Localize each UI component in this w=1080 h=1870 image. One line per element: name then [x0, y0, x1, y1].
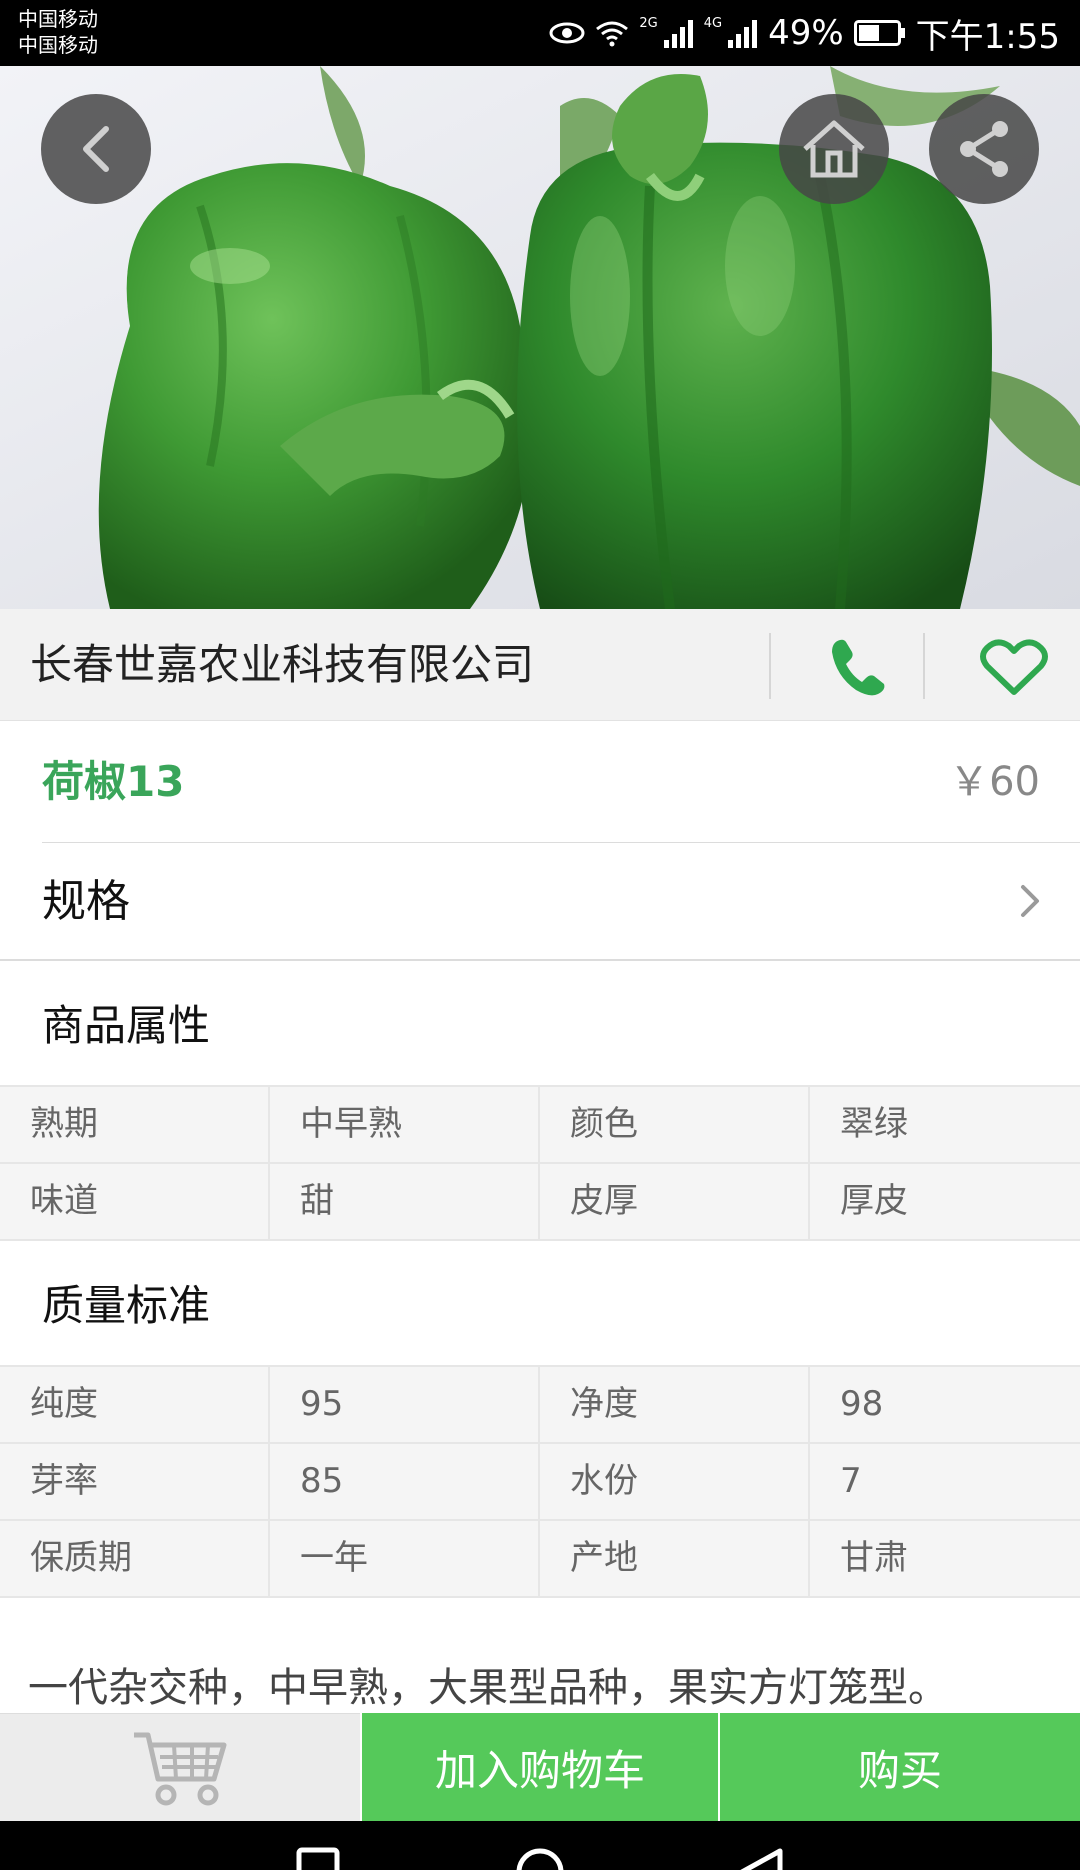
- company-name[interactable]: 长春世嘉农业科技有限公司: [30, 609, 534, 721]
- attr-value: 甘肃: [840, 1538, 908, 1578]
- divider: [923, 633, 925, 699]
- eye-icon: [549, 21, 585, 45]
- attr-label: 水份: [540, 1444, 810, 1519]
- status-icons: 2G 4G 49% 下午1:55: [549, 10, 1060, 57]
- attr-label: 保质期: [0, 1521, 270, 1596]
- spec-selector[interactable]: 规格: [0, 843, 1080, 961]
- attr-value: 85: [270, 1444, 540, 1519]
- battery-percent: 49%: [768, 13, 844, 53]
- attr-label: 芽率: [0, 1444, 270, 1519]
- clock: 下午1:55: [915, 16, 1060, 57]
- product-image: [0, 66, 1080, 609]
- attr-value: 98: [840, 1384, 884, 1424]
- attr-value: 甜: [270, 1164, 540, 1239]
- product-price: ￥60: [949, 759, 1040, 805]
- system-nav-bar: [0, 1821, 1080, 1870]
- table-row: 芽率 85 水份 7: [0, 1444, 1080, 1521]
- attr-label: 皮厚: [540, 1164, 810, 1239]
- spec-label: 规格: [42, 876, 130, 927]
- attributes-title: 商品属性: [42, 1001, 211, 1050]
- buy-button[interactable]: 购买: [718, 1713, 1080, 1821]
- attr-label: 净度: [540, 1367, 810, 1442]
- share-button[interactable]: [929, 94, 1039, 204]
- add-to-cart-button[interactable]: 加入购物车: [360, 1713, 718, 1821]
- attr-value: 7: [840, 1461, 862, 1501]
- attr-value: 中早熟: [270, 1087, 540, 1162]
- carrier-info: 中国移动 中国移动: [18, 6, 98, 58]
- signal-icon: [662, 18, 694, 48]
- attr-value: 95: [270, 1367, 540, 1442]
- share-icon: [960, 121, 1008, 177]
- attr-value: 翠绿: [840, 1104, 908, 1144]
- table-row: 熟期 中早熟 颜色 翠绿: [0, 1087, 1080, 1164]
- company-bar: 长春世嘉农业科技有限公司: [0, 609, 1080, 721]
- home-nav-icon[interactable]: [515, 1847, 565, 1870]
- signal-icon: [726, 18, 758, 48]
- divider: [769, 633, 771, 699]
- attributes-table: 熟期 中早熟 颜色 翠绿 味道 甜 皮厚 厚皮: [0, 1085, 1080, 1241]
- bottom-action-bar: 加入购物车 购买: [0, 1713, 1080, 1821]
- product-description: 一代杂交种，中早熟，大果型品种，果实方灯笼型。: [28, 1665, 948, 1711]
- home-button[interactable]: [779, 94, 889, 204]
- chevron-right-icon: [1021, 885, 1039, 917]
- attr-value: 一年: [270, 1521, 540, 1596]
- attr-label: 颜色: [540, 1087, 810, 1162]
- carrier-1: 中国移动: [18, 7, 98, 31]
- attr-label: 熟期: [0, 1087, 270, 1162]
- back-button[interactable]: [41, 94, 151, 204]
- attr-label: 产地: [540, 1521, 810, 1596]
- battery-icon: [853, 20, 906, 46]
- table-row: 保质期 一年 产地 甘肃: [0, 1521, 1080, 1598]
- wifi-icon: [595, 19, 629, 47]
- product-name: 荷椒13: [42, 757, 185, 806]
- heart-icon: [980, 639, 1048, 695]
- quality-title: 质量标准: [42, 1281, 211, 1330]
- home-icon: [803, 120, 865, 178]
- cart-icon: [134, 1732, 227, 1805]
- bell-pepper-image: [0, 66, 1080, 609]
- phone-icon: [832, 639, 885, 696]
- quality-table: 纯度 95 净度 98 芽率 85 水份 7 保质期 一年 产地 甘肃: [0, 1365, 1080, 1598]
- network-2g-label: 2G: [639, 15, 658, 31]
- carrier-2: 中国移动: [18, 33, 98, 57]
- back-icon: [83, 126, 109, 172]
- table-row: 纯度 95 净度 98: [0, 1367, 1080, 1444]
- status-bar: 中国移动 中国移动 2G 4G 49% 下午1:55: [0, 0, 1080, 66]
- call-button[interactable]: [820, 635, 896, 701]
- attr-label: 纯度: [0, 1367, 270, 1442]
- favorite-button[interactable]: [974, 635, 1054, 701]
- network-4g-label: 4G: [703, 15, 723, 31]
- attr-label: 味道: [0, 1164, 270, 1239]
- cart-button[interactable]: [0, 1713, 360, 1821]
- recents-icon[interactable]: [296, 1847, 340, 1870]
- product-title-row: 荷椒13 ￥60: [0, 722, 1080, 842]
- table-row: 味道 甜 皮厚 厚皮: [0, 1164, 1080, 1241]
- attr-value: 厚皮: [840, 1181, 908, 1221]
- back-nav-icon[interactable]: [736, 1847, 786, 1870]
